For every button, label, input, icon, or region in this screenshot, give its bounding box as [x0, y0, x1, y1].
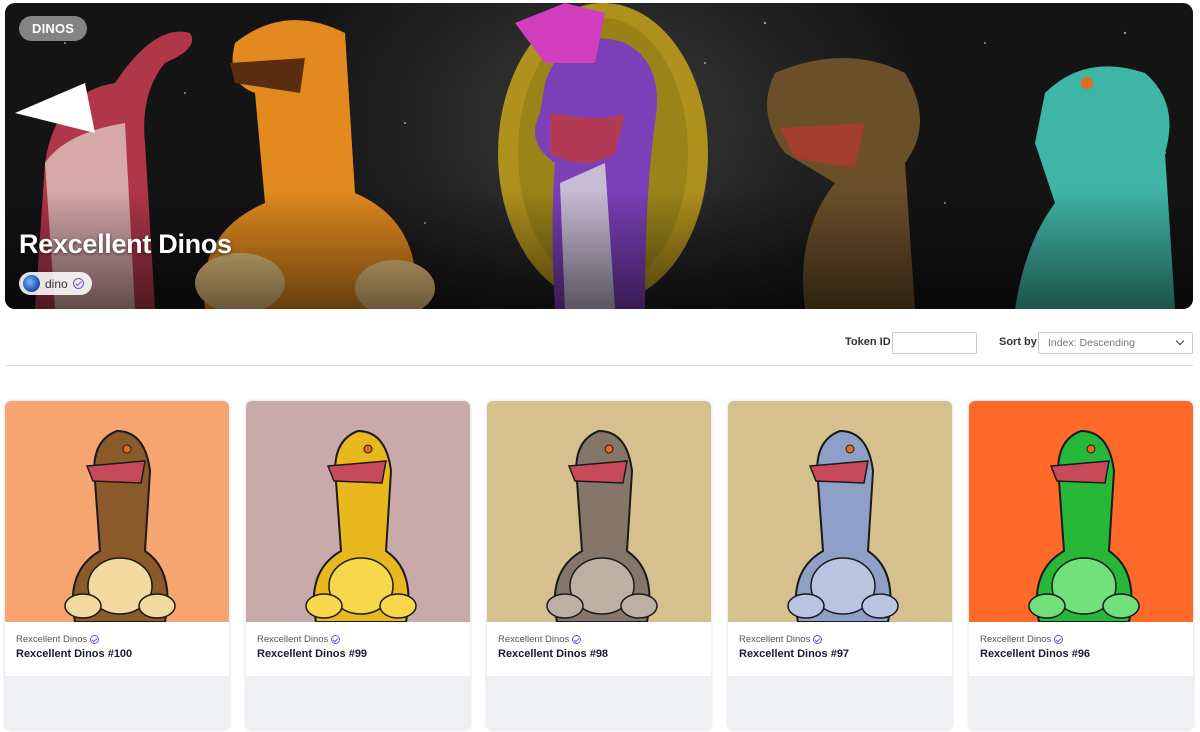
nft-card-collection[interactable]: Rexcellent Dinos [498, 634, 569, 645]
nft-card-image [969, 401, 1193, 622]
nft-grid: Rexcellent Dinos Rexcellent Dinos #100 R… [5, 401, 1193, 731]
dino-illustration [487, 401, 711, 622]
filter-toolbar: Token ID Sort by Index: Descending [5, 322, 1193, 366]
sort-by-select[interactable]: Index: Descending [1038, 332, 1193, 354]
collection-title: Rexcellent Dinos [19, 229, 232, 259]
collection-category-badge[interactable]: DINOS [19, 16, 88, 41]
nft-card-image [246, 401, 470, 622]
nft-card[interactable]: Rexcellent Dinos Rexcellent Dinos #98 [487, 401, 711, 730]
nft-card[interactable]: Rexcellent Dinos Rexcellent Dinos #96 [969, 401, 1193, 730]
dino-illustration [5, 401, 229, 622]
nft-card-image [5, 401, 229, 622]
token-id-input[interactable] [892, 332, 977, 354]
dino-illustration [969, 401, 1193, 622]
nft-card-info: Rexcellent Dinos Rexcellent Dinos #98 [487, 622, 711, 676]
nft-card-info: Rexcellent Dinos Rexcellent Dinos #96 [969, 622, 1193, 676]
verified-check-icon [331, 635, 341, 644]
nft-card[interactable]: Rexcellent Dinos Rexcellent Dinos #100 [5, 401, 229, 730]
token-id-label: Token ID [845, 336, 891, 348]
nft-card-name: Rexcellent Dinos #96 [980, 648, 1091, 660]
nft-card-collection[interactable]: Rexcellent Dinos [257, 634, 328, 645]
owner-name: dino [45, 276, 68, 291]
globe-avatar-icon [23, 275, 40, 292]
nft-card-info: Rexcellent Dinos Rexcellent Dinos #99 [246, 622, 470, 676]
nft-card[interactable]: Rexcellent Dinos Rexcellent Dinos #99 [246, 401, 470, 730]
nft-card-name: Rexcellent Dinos #98 [498, 648, 609, 660]
owner-chip[interactable]: dino [19, 272, 92, 295]
dino-illustration [728, 401, 952, 622]
nft-card-info: Rexcellent Dinos Rexcellent Dinos #97 [728, 622, 952, 676]
chevron-down-icon [1175, 336, 1185, 346]
nft-card-name: Rexcellent Dinos #100 [16, 648, 133, 660]
verified-check-icon [572, 635, 582, 644]
sort-by-value: Index: Descending [1048, 337, 1135, 349]
nft-card-collection[interactable]: Rexcellent Dinos [16, 634, 87, 645]
nft-card-collection[interactable]: Rexcellent Dinos [980, 634, 1051, 645]
verified-check-icon [1054, 635, 1064, 644]
nft-card-name: Rexcellent Dinos #99 [257, 648, 368, 660]
sort-by-label: Sort by [999, 336, 1037, 348]
nft-card-image [487, 401, 711, 622]
nft-card-image [728, 401, 952, 622]
verified-check-icon [72, 278, 84, 289]
collection-banner: DINOS Rexcellent Dinos dino [5, 3, 1193, 309]
verified-check-icon [90, 635, 100, 644]
nft-card-name: Rexcellent Dinos #97 [739, 648, 850, 660]
nft-card-info: Rexcellent Dinos Rexcellent Dinos #100 [5, 622, 229, 676]
nft-card-collection[interactable]: Rexcellent Dinos [739, 634, 810, 645]
nft-card[interactable]: Rexcellent Dinos Rexcellent Dinos #97 [728, 401, 952, 730]
dino-illustration [246, 401, 470, 622]
verified-check-icon [813, 635, 823, 644]
